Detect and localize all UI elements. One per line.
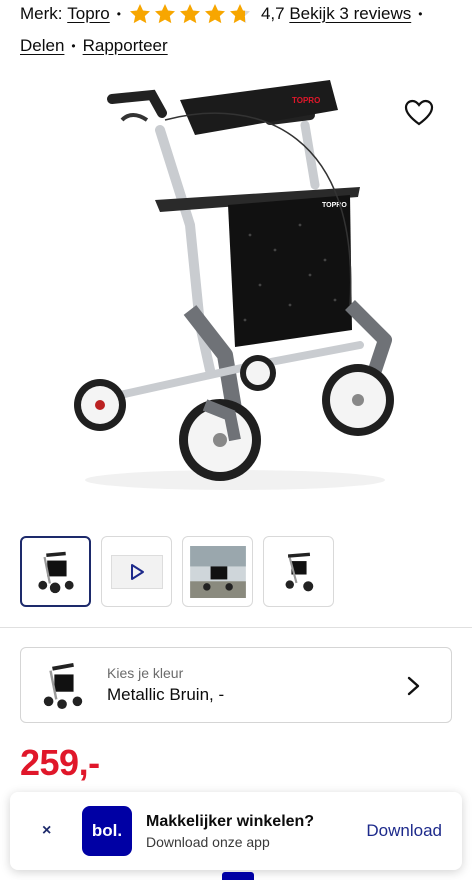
star-icon: [154, 4, 175, 24]
reviews-link[interactable]: Bekijk 3 reviews: [289, 4, 411, 24]
separator-dot: •: [116, 7, 121, 21]
price: 259,-: [20, 742, 100, 783]
hidden-button-peek: [222, 872, 254, 880]
color-label: Kies je kleur: [107, 665, 184, 681]
star-icon: [129, 4, 150, 24]
color-text: Kies je kleur Metallic Bruin, -: [107, 665, 224, 705]
brand-rating-row: Merk: Topro • 4,7 Bekijk 3 reviews •: [20, 2, 429, 26]
product-image[interactable]: TOPRO TOPRO: [60, 75, 410, 505]
thumbnail-1[interactable]: [20, 536, 91, 607]
thumbnail-strip: [20, 536, 334, 607]
share-report-row: Delen • Rapporteer: [20, 34, 168, 58]
thumbnail-rollator-side-image: [285, 552, 313, 591]
color-value: Metallic Bruin, -: [107, 685, 225, 704]
heart-icon: [404, 99, 434, 126]
video-preview: [110, 554, 163, 589]
bag-logo: TOPRO: [322, 202, 347, 209]
rating-value: 4,7: [260, 4, 285, 23]
rating-stars: [128, 2, 253, 26]
app-download-banner: × bol. Makkelijker winkelen? Download on…: [10, 792, 462, 870]
separator-dot: •: [71, 39, 76, 53]
star-half-icon: [229, 4, 250, 24]
color-selector[interactable]: Kies je kleur Metallic Bruin, -: [20, 647, 452, 723]
thumbnail-rollator-image: [37, 551, 74, 593]
section-divider: [0, 627, 472, 628]
brand-link[interactable]: Topro: [67, 4, 110, 24]
star-icon: [204, 4, 225, 24]
thumbnail-video[interactable]: [101, 536, 172, 607]
bol-logo: bol.: [82, 806, 132, 856]
banner-text: Makkelijker winkelen? Download onze app: [146, 813, 314, 850]
report-link[interactable]: Rapporteer: [83, 36, 168, 56]
thumbnail-3[interactable]: [182, 536, 253, 607]
wishlist-button[interactable]: [402, 96, 436, 130]
separator-dot: •: [418, 7, 423, 21]
thumbnail-4[interactable]: [263, 536, 334, 607]
banner-title: Makkelijker winkelen?: [146, 812, 315, 830]
chevron-right-icon: [407, 676, 420, 696]
close-icon[interactable]: ×: [42, 822, 62, 840]
download-button[interactable]: Download: [366, 821, 442, 841]
play-icon: [130, 563, 144, 580]
color-thumbnail: [35, 657, 91, 713]
thumbnail-outdoor-image: [189, 545, 246, 598]
share-link[interactable]: Delen: [20, 36, 64, 56]
star-icon: [179, 4, 200, 24]
brand-prefix: Merk:: [20, 4, 63, 23]
backrest-logo: TOPRO: [292, 96, 320, 105]
banner-subtitle: Download onze app: [146, 833, 270, 850]
